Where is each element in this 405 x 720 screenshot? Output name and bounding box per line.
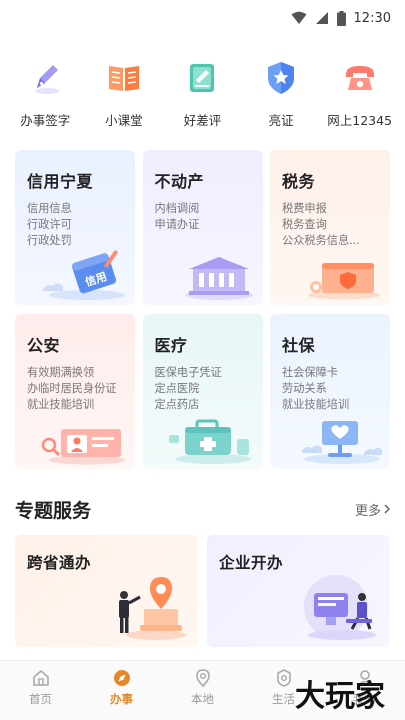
card-public-security[interactable]: 公安 有效期满换领 办临时居民身份证 就业技能培训 bbox=[15, 314, 135, 469]
card-credit-ningxia[interactable]: 信用宁夏 信用信息 行政许可 行政处罚 信用 bbox=[15, 150, 135, 305]
tab-home[interactable]: 首页 bbox=[6, 668, 76, 707]
card-link-temporary-id[interactable]: 办临时居民身份证 bbox=[27, 381, 123, 397]
social-security-illustration bbox=[302, 421, 382, 464]
rating-note-icon bbox=[182, 58, 222, 98]
quick-label: 亮证 bbox=[268, 113, 294, 128]
card-link-public-tax-info[interactable]: 公众税务信息... bbox=[282, 233, 379, 249]
tab-local[interactable]: 本地 bbox=[168, 668, 238, 707]
card-tax[interactable]: 税务 税费申报 税务查询 公众税务信息... bbox=[270, 150, 390, 305]
card-link-credit-info[interactable]: 信用信息 bbox=[27, 201, 124, 217]
more-label: 更多 bbox=[354, 503, 381, 519]
card-link-tax-filing[interactable]: 税费申报 bbox=[282, 201, 379, 217]
card-social-security[interactable]: 社保 社会保障卡 劳动关系 就业技能培训 bbox=[270, 314, 390, 469]
quick-item-sign[interactable]: 办事签字 bbox=[6, 58, 84, 138]
card-medical[interactable]: 医疗 医保电子凭证 定点医院 定点药店 bbox=[142, 314, 263, 469]
status-bar: 12:30 bbox=[0, 0, 405, 36]
location-icon bbox=[195, 669, 210, 688]
badge-icon bbox=[261, 58, 301, 98]
card-link-labor-relations[interactable]: 劳动关系 bbox=[282, 381, 379, 397]
quick-access-row: 办事签字 小课堂 好差评 亮证 网上12345 bbox=[0, 58, 405, 138]
tab-label: 首页 bbox=[29, 692, 52, 706]
quick-item-classroom[interactable]: 小课堂 bbox=[85, 58, 163, 138]
tab-label: 办事 bbox=[110, 692, 133, 706]
wifi-icon bbox=[291, 11, 307, 24]
card-link-designated-hospital[interactable]: 定点医院 bbox=[155, 381, 252, 397]
quick-item-certificate[interactable]: 亮证 bbox=[242, 58, 320, 138]
card-link-medical-insurance-code[interactable]: 医保电子凭证 bbox=[155, 365, 252, 381]
quick-label: 网上12345 bbox=[327, 113, 393, 128]
card-title: 信用宁夏 bbox=[27, 172, 94, 191]
card-link-tax-query[interactable]: 税务查询 bbox=[282, 217, 379, 233]
book-icon bbox=[104, 58, 144, 98]
card-link-renew-id[interactable]: 有效期满换领 bbox=[27, 365, 124, 381]
location-person-illustration bbox=[119, 577, 186, 640]
card-link-admin-license[interactable]: 行政许可 bbox=[27, 217, 124, 233]
signal-icon bbox=[315, 12, 328, 24]
watermark-logo: 大玩家 bbox=[295, 679, 385, 714]
building-illustration bbox=[184, 257, 253, 300]
card-link-skill-training[interactable]: 就业技能培训 bbox=[282, 397, 379, 413]
card-link-skill-training[interactable]: 就业技能培训 bbox=[27, 397, 124, 413]
medical-kit-illustration bbox=[168, 419, 251, 464]
card-title: 医疗 bbox=[154, 336, 188, 355]
home-icon bbox=[32, 669, 49, 686]
business-person-illustration bbox=[304, 575, 376, 640]
topic-business-setup[interactable]: 企业开办 bbox=[207, 535, 390, 647]
card-link-apply-certificate[interactable]: 申请办证 bbox=[155, 217, 252, 233]
quick-label: 小课堂 bbox=[105, 113, 143, 128]
battery-icon bbox=[336, 10, 346, 26]
pen-icon bbox=[25, 58, 65, 98]
chevron-right-icon bbox=[384, 504, 390, 514]
quick-label: 好差评 bbox=[183, 113, 222, 128]
topic-services-header: 专题服务 更多 bbox=[15, 494, 390, 524]
card-link-social-card[interactable]: 社会保障卡 bbox=[282, 365, 379, 381]
quick-item-rating[interactable]: 好差评 bbox=[163, 58, 241, 138]
watermark-text: 大玩家 bbox=[295, 679, 385, 714]
card-link-designated-pharmacy[interactable]: 定点药店 bbox=[155, 397, 252, 413]
card-link-file-access[interactable]: 内档调阅 bbox=[155, 201, 252, 217]
quick-item-hotline[interactable]: 网上12345 bbox=[321, 58, 399, 138]
card-real-estate[interactable]: 不动产 内档调阅 申请办证 bbox=[142, 150, 263, 305]
service-grid: 信用宁夏 信用信息 行政许可 行政处罚 信用 不动产 内档调阅 申请办证 税务 … bbox=[15, 150, 390, 469]
compass-icon bbox=[113, 670, 130, 686]
card-title: 不动产 bbox=[154, 172, 205, 191]
card-title: 税务 bbox=[282, 172, 316, 191]
card-title: 公安 bbox=[27, 336, 61, 355]
phone-icon bbox=[340, 58, 380, 98]
card-title: 社保 bbox=[282, 336, 316, 355]
topic-cross-province[interactable]: 跨省通办 bbox=[15, 535, 198, 647]
tab-label: 本地 bbox=[191, 692, 214, 706]
status-time: 12:30 bbox=[353, 10, 391, 26]
tab-affairs[interactable]: 办事 bbox=[87, 668, 157, 707]
section-title: 专题服务 bbox=[15, 499, 92, 522]
credit-card-illustration: 信用 bbox=[43, 250, 125, 300]
topic-cards: 跨省通办 企业开办 bbox=[15, 535, 390, 647]
more-link[interactable]: 更多 bbox=[355, 500, 390, 519]
police-id-illustration bbox=[41, 429, 125, 465]
tax-illustration bbox=[308, 263, 380, 300]
quick-label: 办事签字 bbox=[20, 113, 71, 128]
